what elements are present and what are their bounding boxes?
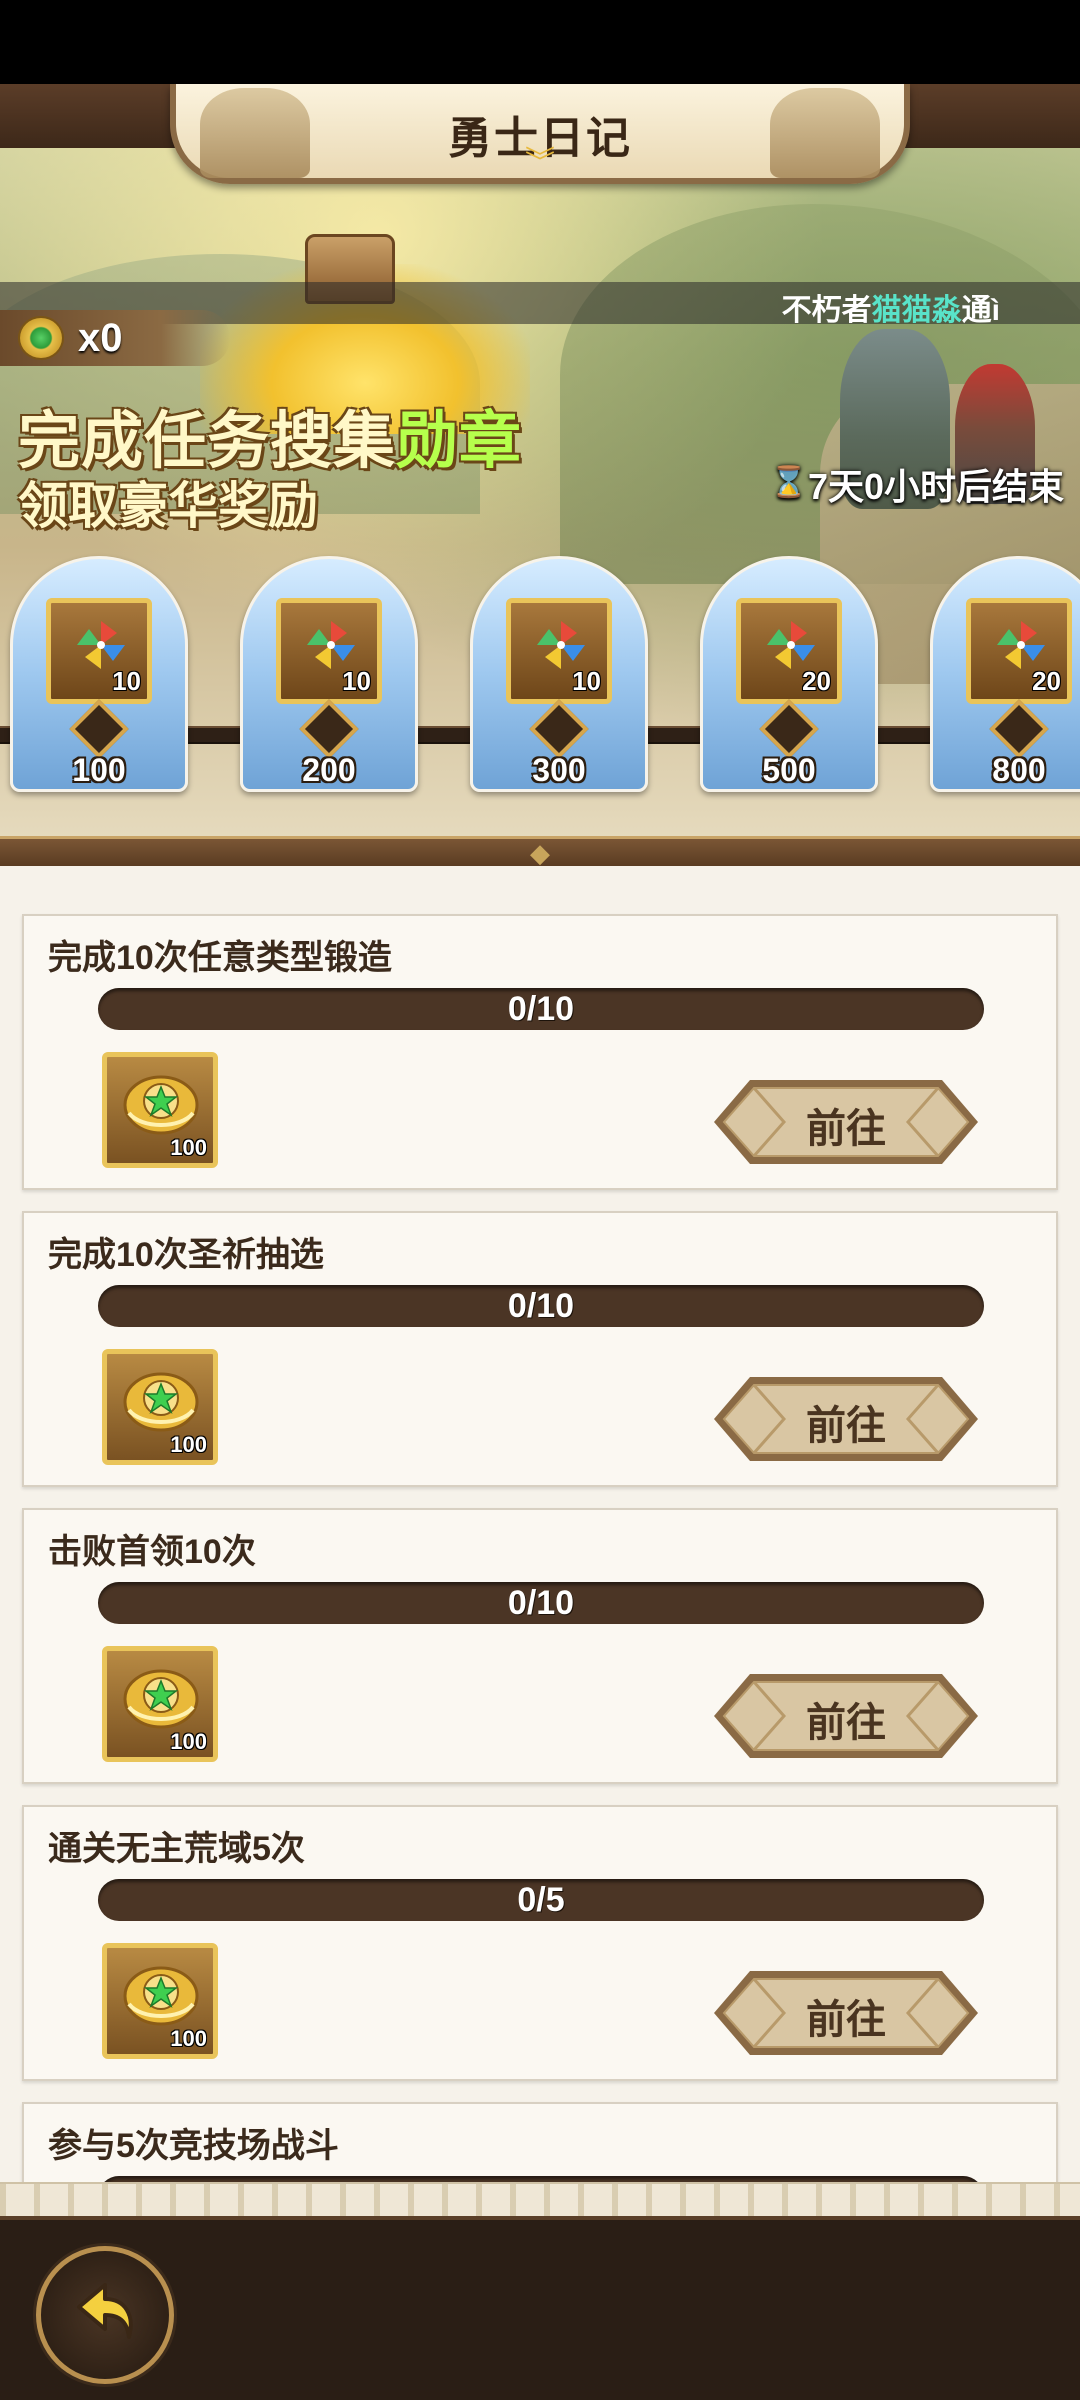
task-card: 完成10次圣祈抽选 0/10 100 前往 <box>22 1211 1058 1487</box>
task-title: 参与5次竞技场战斗 <box>48 2127 339 2165</box>
task-progress-bar: 0/10 <box>98 1285 984 1327</box>
notice-prefix: 不朽者 <box>781 294 872 327</box>
divider-gem-icon: ◆ <box>530 838 550 868</box>
milestone-reward[interactable]: 10 200 <box>240 556 418 792</box>
milestone-item[interactable]: 10 <box>46 598 152 704</box>
milestone-item[interactable]: 20 <box>966 598 1072 704</box>
pinwheel-icon <box>767 621 815 669</box>
reward-quantity: 10 <box>342 666 371 696</box>
reward-quantity: 10 <box>572 666 601 696</box>
timer-text: 7天0小时后结束 <box>807 466 1064 507</box>
go-button[interactable]: 前往 <box>710 1074 982 1170</box>
task-progress-bar: 0/5 <box>98 1879 984 1921</box>
progress-text: 0/10 <box>507 1584 575 1622</box>
reward-quantity: 10 <box>112 666 141 696</box>
notice-player-name: 猫猫淼 <box>871 294 962 327</box>
reward-quantity: 100 <box>170 2026 207 2051</box>
pinwheel-icon <box>997 621 1045 669</box>
header: 勇士日记 ︾ <box>0 84 1080 184</box>
milestone-reward[interactable]: 10 100 <box>10 556 188 792</box>
milestone-points: 200 <box>302 752 356 788</box>
go-button[interactable]: 前往 <box>710 1371 982 1467</box>
back-button[interactable] <box>36 2246 174 2384</box>
task-progress-bar: 0/10 <box>98 988 984 1030</box>
milestone-item[interactable]: 20 <box>736 598 842 704</box>
task-reward[interactable]: 100 <box>102 1349 218 1465</box>
go-button-label: 前往 <box>806 1107 886 1151</box>
task-title: 完成10次圣祈抽选 <box>48 1236 324 1274</box>
task-reward[interactable]: 100 <box>102 1943 218 2059</box>
milestone-track: 10 100 10 200 10 300 20 500 20 800 <box>0 556 1080 796</box>
milestone-reward[interactable]: 10 300 <box>470 556 648 792</box>
pinwheel-icon <box>537 621 585 669</box>
medal-icon <box>123 1669 199 1729</box>
medal-icon <box>123 1966 199 2026</box>
pinwheel-icon <box>77 621 125 669</box>
milestone-reward[interactable]: 20 800 <box>930 556 1080 792</box>
milestone-item[interactable]: 10 <box>506 598 612 704</box>
task-card: 完成10次任意类型锻造 0/10 100 前往 <box>22 914 1058 1190</box>
task-title: 击败首领10次 <box>48 1533 256 1571</box>
headline-highlight: 勋章 <box>396 407 523 476</box>
go-button[interactable]: 前往 <box>710 1965 982 2061</box>
reward-quantity: 20 <box>1032 666 1061 696</box>
medal-count: x0 <box>78 316 123 360</box>
medal-icon <box>123 1372 199 1432</box>
event-timer: 7天0小时后结束 <box>770 458 1064 510</box>
go-button-label: 前往 <box>806 1701 886 1745</box>
task-progress-bar: 0/10 <box>98 1582 984 1624</box>
milestone-points: 300 <box>532 752 586 788</box>
go-button-label: 前往 <box>806 1998 886 2042</box>
hourglass-icon <box>770 465 807 501</box>
reward-quantity: 20 <box>802 666 831 696</box>
milestone-points: 500 <box>762 752 816 788</box>
notice-suffix: 通ì <box>961 294 1000 327</box>
back-arrow-icon <box>77 2283 133 2339</box>
task-card: 击败首领10次 0/10 100 前往 <box>22 1508 1058 1784</box>
task-list[interactable]: 完成10次任意类型锻造 0/10 100 前往 完成10次圣祈抽选 0/10 100 前往 击败… <box>0 866 1080 2196</box>
progress-text: 0/10 <box>507 1287 575 1325</box>
task-title: 完成10次任意类型锻造 <box>48 939 392 977</box>
milestone-item[interactable]: 10 <box>276 598 382 704</box>
go-button-label: 前往 <box>806 1404 886 1448</box>
medal-icon <box>123 1075 199 1135</box>
milestone-points: 800 <box>992 752 1046 788</box>
progress-text: 0/10 <box>507 990 575 1028</box>
progress-text: 0/5 <box>517 1881 565 1919</box>
go-button[interactable]: 前往 <box>710 1668 982 1764</box>
chevron-down-icon: ︾ <box>525 146 555 179</box>
bottom-bar <box>0 2216 1080 2400</box>
decorative-border <box>0 2182 1080 2216</box>
medal-counter: x0 <box>0 310 230 366</box>
milestone-points: 100 <box>72 752 126 788</box>
event-subheadline: 领取豪华奖励 <box>18 478 318 534</box>
milestone-reward[interactable]: 20 500 <box>700 556 878 792</box>
task-reward[interactable]: 100 <box>102 1646 218 1762</box>
reward-quantity: 100 <box>170 1432 207 1457</box>
reward-quantity: 100 <box>170 1729 207 1754</box>
task-title: 通关无主荒域5次 <box>48 1830 305 1868</box>
task-card: 通关无主荒域5次 0/5 100 前往 <box>22 1805 1058 2081</box>
medal-icon <box>18 316 64 360</box>
reward-quantity: 100 <box>170 1135 207 1160</box>
status-bar <box>0 0 1080 84</box>
task-reward[interactable]: 100 <box>102 1052 218 1168</box>
pinwheel-icon <box>307 621 355 669</box>
notice-text: 不朽者猫猫淼通ì <box>782 285 1000 329</box>
